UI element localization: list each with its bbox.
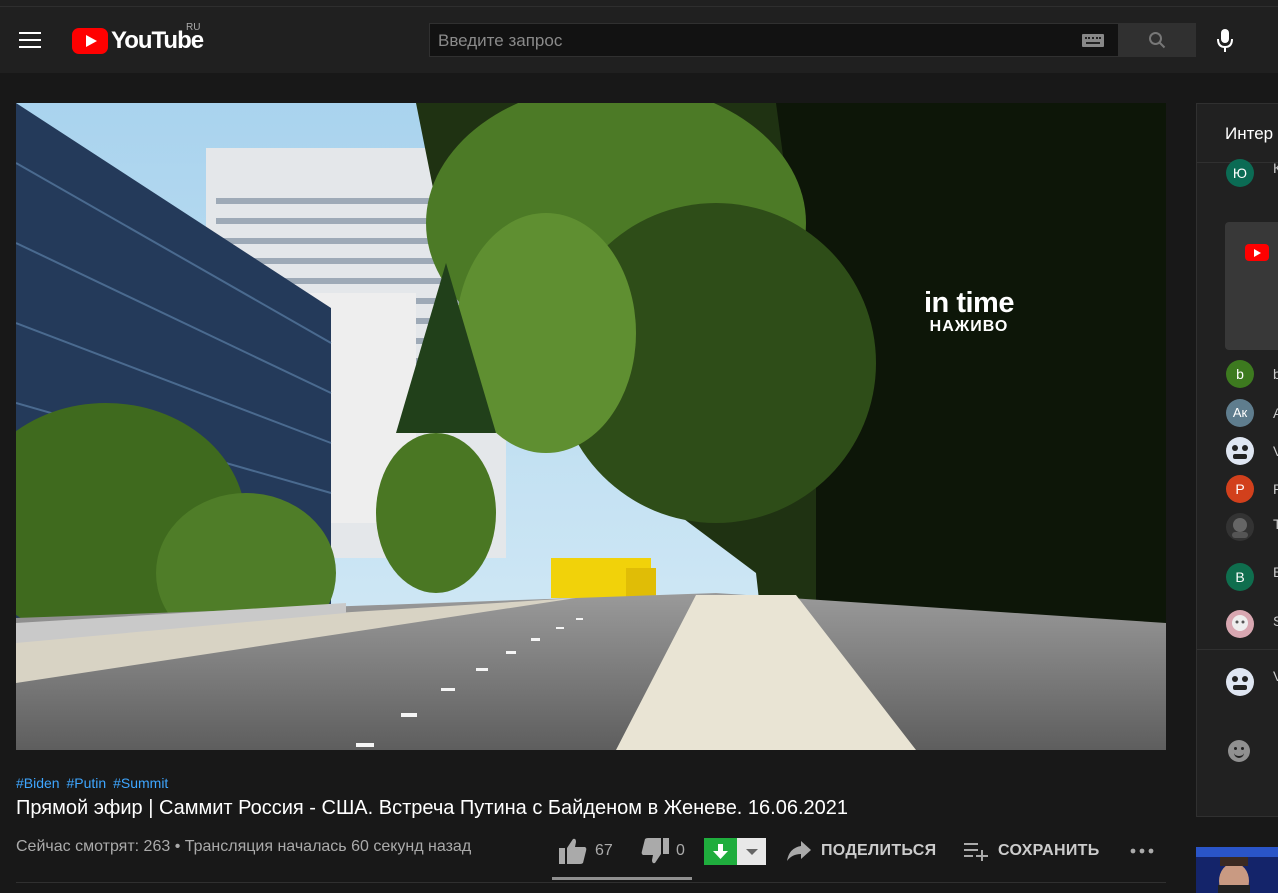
chat-header: Интер	[1197, 104, 1278, 163]
download-options-dropdown[interactable]	[737, 838, 766, 865]
pinned-card[interactable]	[1225, 222, 1278, 350]
menu-icon[interactable]	[19, 32, 41, 50]
chat-author: T	[1273, 516, 1278, 532]
emoji-icon[interactable]	[1228, 740, 1250, 762]
chat-avatar[interactable]: Ак	[1226, 399, 1254, 427]
hashtags: #Biden #Putin #Summit	[16, 775, 171, 791]
download-arrow-icon	[713, 844, 728, 859]
dark-avatar-icon	[1226, 513, 1254, 541]
like-button[interactable]: 67	[558, 835, 613, 867]
chat-avatar[interactable]: P	[1226, 475, 1254, 503]
youtube-play-icon	[72, 28, 108, 54]
search-button[interactable]	[1119, 23, 1196, 57]
more-actions-button[interactable]	[1130, 835, 1154, 867]
hashtag-link[interactable]: #Biden	[16, 775, 60, 791]
view-info: Сейчас смотрят: 263 • Трансляция началас…	[16, 838, 472, 855]
like-ratio-bar	[552, 877, 692, 880]
thumbnail-image	[1196, 847, 1278, 893]
channel-watermark: in time НАЖИВО	[924, 288, 1014, 336]
masthead: YouTube RU	[0, 7, 1278, 73]
user-avatar	[1226, 668, 1254, 696]
dislike-count: 0	[676, 842, 685, 859]
watermark-live: НАЖИВО	[929, 318, 1009, 335]
search-icon	[1149, 32, 1166, 49]
mic-button[interactable]	[1215, 28, 1235, 59]
monster-avatar-icon	[1226, 437, 1254, 465]
chat-author: А	[1273, 405, 1278, 421]
chat-avatar[interactable]	[1226, 513, 1254, 541]
chat-author: B	[1273, 564, 1278, 580]
chat-author: b	[1273, 366, 1278, 382]
share-icon	[787, 841, 811, 861]
download-extension	[704, 838, 766, 865]
microphone-icon	[1217, 29, 1233, 52]
recommended-video-thumbnail[interactable]	[1196, 847, 1278, 893]
chat-input-area: V	[1197, 649, 1278, 784]
divider	[16, 882, 1166, 883]
playlist-add-icon	[964, 843, 988, 861]
keyboard-icon[interactable]	[1082, 34, 1104, 47]
chat-author: S	[1273, 613, 1278, 629]
search-input[interactable]	[430, 24, 1080, 58]
more-horizontal-icon	[1130, 848, 1154, 854]
chat-author: V	[1273, 443, 1278, 459]
live-chat-panel: Интер Ю К b b Ак А V P P T B B S V	[1196, 103, 1278, 817]
hashtag-link[interactable]: #Summit	[113, 775, 168, 791]
video-frame	[16, 103, 1166, 750]
like-ratio-fill	[552, 877, 692, 880]
chat-author: P	[1273, 481, 1278, 497]
video-title: Прямой эфир | Саммит Россия - США. Встре…	[16, 797, 849, 819]
chat-author: К	[1273, 160, 1278, 176]
region-code: RU	[186, 22, 201, 33]
chat-avatar[interactable]	[1226, 610, 1254, 638]
share-label: ПОДЕЛИТЬСЯ	[821, 842, 937, 859]
youtube-logo[interactable]: YouTube	[72, 27, 204, 54]
video-player[interactable]: in time НАЖИВО	[16, 103, 1166, 750]
hashtag-link[interactable]: #Putin	[66, 775, 106, 791]
like-count: 67	[595, 842, 613, 859]
youtube-play-icon	[1245, 244, 1269, 261]
chat-avatar[interactable]: Ю	[1226, 159, 1254, 187]
save-label: СОХРАНИТЬ	[998, 842, 1100, 859]
browser-top-strip	[0, 0, 1278, 7]
chat-avatar[interactable]: b	[1226, 360, 1254, 388]
chat-avatar[interactable]: B	[1226, 563, 1254, 591]
share-button[interactable]: ПОДЕЛИТЬСЯ	[786, 835, 936, 867]
dislike-button[interactable]: 0	[640, 835, 685, 867]
chat-title[interactable]: Интер	[1225, 124, 1273, 144]
search-box	[429, 23, 1119, 58]
input-author: V	[1273, 668, 1278, 684]
save-button[interactable]: СОХРАНИТЬ	[963, 835, 1100, 867]
pink-avatar-icon	[1226, 610, 1254, 638]
watermark-brand: in time	[924, 287, 1014, 319]
chat-avatar[interactable]	[1226, 437, 1254, 465]
download-button[interactable]	[704, 838, 737, 865]
thumbs-down-icon	[641, 838, 669, 864]
monster-avatar-icon	[1226, 668, 1254, 696]
thumbs-up-icon	[559, 838, 587, 864]
